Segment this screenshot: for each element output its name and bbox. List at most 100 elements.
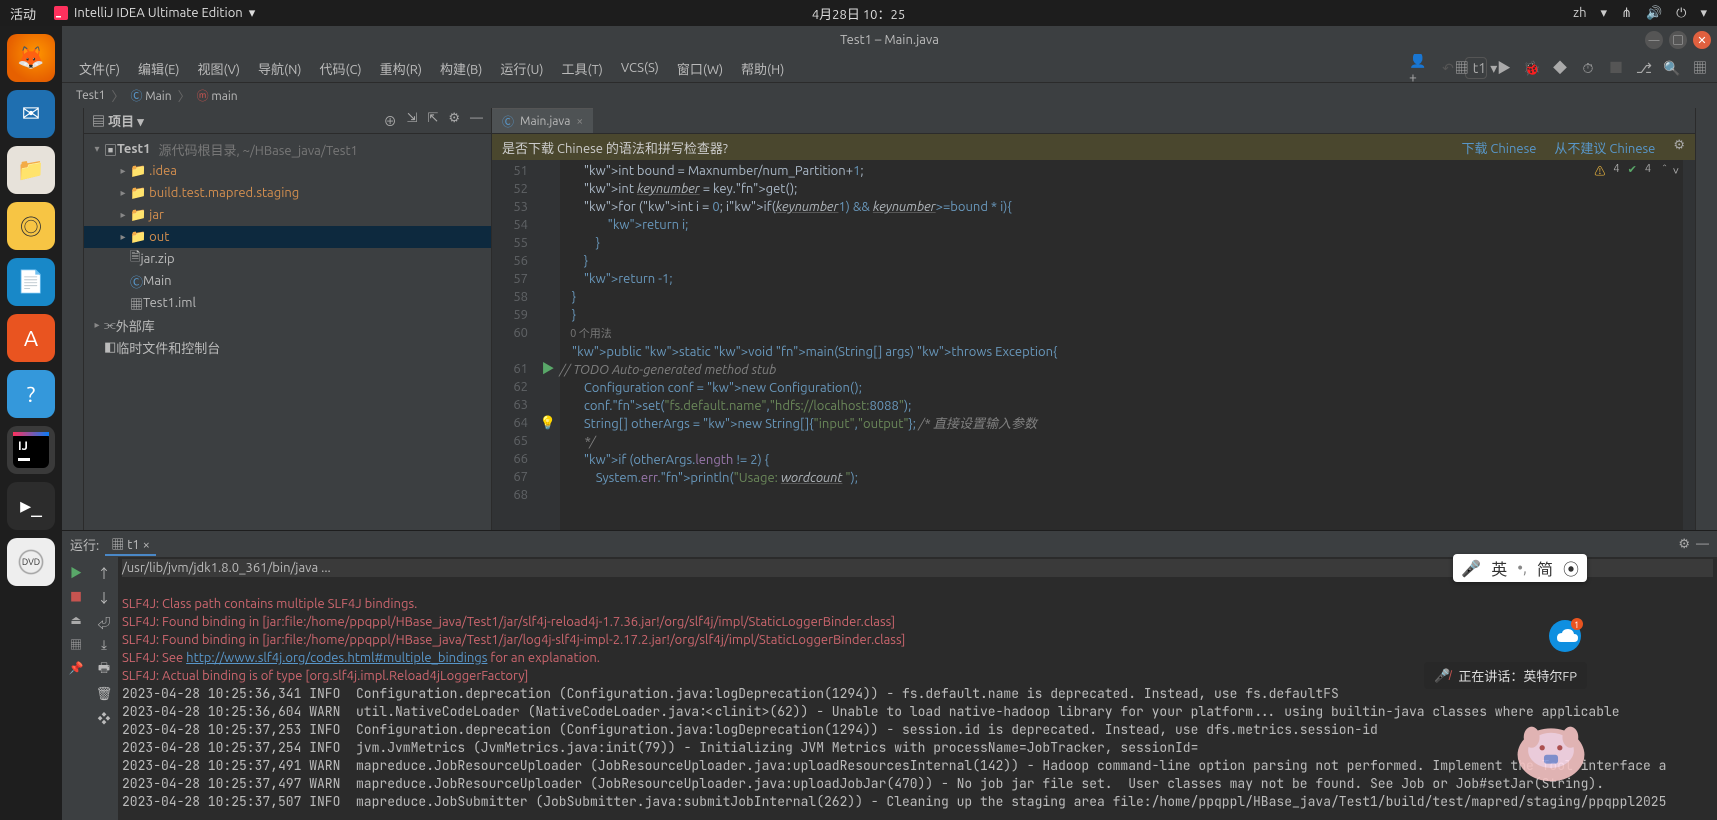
bulb-icon[interactable]: 💡 <box>540 416 556 430</box>
ime-toast: 🎤̸正在讲话：英特尔FP <box>1424 662 1587 689</box>
tab-close-icon[interactable]: × <box>576 115 583 128</box>
maximize-button[interactable]: □ <box>1669 31 1687 49</box>
run-hide-icon[interactable]: — <box>1696 537 1709 551</box>
dock-rhythmbox[interactable]: ◎ <box>7 202 55 250</box>
tree-root[interactable]: ▾▣ Test1源代码根目录, ~/HBase_java/Test1 <box>84 138 491 160</box>
tree-build[interactable]: ▸build.test.mapred.staging <box>84 182 491 204</box>
print-icon[interactable]: 🖶 <box>98 659 110 681</box>
lang-indicator[interactable]: zh <box>1573 6 1586 20</box>
down-icon[interactable]: ↓ <box>97 588 110 607</box>
run-gutter-icon[interactable]: ▶ <box>541 362 554 376</box>
activities-button[interactable]: 活动 <box>10 4 36 23</box>
run-button-icon[interactable]: ▶ <box>1493 57 1515 79</box>
menu-build[interactable]: 构建(B) <box>431 59 491 78</box>
banner-download[interactable]: 下载 Chinese <box>1461 138 1536 157</box>
gnome-topbar: 活动 IntelliJ IDEA Ultimate Edition ▾ 4月28… <box>0 0 1717 26</box>
git-icon[interactable]: ⎇ <box>1633 57 1655 79</box>
softwrap-icon[interactable]: ⏎ <box>97 613 110 632</box>
menu-help[interactable]: 帮助(H) <box>732 59 793 78</box>
stop-button-icon[interactable]: ■ <box>1605 57 1627 79</box>
power-icon[interactable]: ⏻ <box>1676 6 1686 21</box>
menu-tools[interactable]: 工具(T) <box>552 59 611 78</box>
menu-edit[interactable]: 编辑(E) <box>129 59 188 78</box>
appmenu[interactable]: IntelliJ IDEA Ultimate Edition ▾ <box>54 6 255 21</box>
debug-button-icon[interactable]: 🐞 <box>1521 57 1543 79</box>
window-title: Test1 – Main.java <box>840 33 939 47</box>
crumb-project[interactable]: Test1 <box>70 87 111 104</box>
dock: 🦊 ✉ 📁 ◎ 📄 A ? IJ ▸_ DVD <box>0 26 62 820</box>
run-label: 运行: <box>70 535 99 554</box>
menu-navigate[interactable]: 导航(N) <box>249 59 310 78</box>
coverage-button-icon[interactable]: ◆ <box>1549 57 1571 79</box>
minimize-button[interactable]: ─ <box>1645 31 1663 49</box>
clock[interactable]: 4月28日 10：25 <box>812 4 905 23</box>
up-icon[interactable]: ↑ <box>97 563 110 582</box>
menu-run[interactable]: 运行(U) <box>491 59 552 78</box>
tree-out[interactable]: ▸out <box>84 226 491 248</box>
dock-software[interactable]: A <box>7 314 55 362</box>
run-tab[interactable]: ▦ t1 × <box>105 533 156 556</box>
dock-terminal[interactable]: ▸_ <box>7 482 55 530</box>
tree-jar[interactable]: ▸jar <box>84 204 491 226</box>
settings-icon[interactable]: ⚙ <box>448 111 460 130</box>
banner-gear-icon[interactable]: ⚙ <box>1673 138 1685 157</box>
inspection-indicator[interactable]: ⚠4 ✔4 ＾ ˅ <box>1594 163 1679 179</box>
volume-icon[interactable]: 🔊 <box>1646 6 1662 21</box>
tree-jarzip[interactable]: 🗎 jar.zip <box>84 248 491 270</box>
scroll-icon[interactable]: ⤓ <box>101 638 107 653</box>
run-settings-icon[interactable]: ⚙ <box>1678 537 1690 552</box>
clear-icon[interactable]: 🗑 <box>96 687 113 702</box>
rerun-icon[interactable]: ▶ <box>67 563 85 581</box>
crumb-class[interactable]: Ⓒ Main <box>124 85 177 106</box>
dock-writer[interactable]: 📄 <box>7 258 55 306</box>
profile-button-icon[interactable]: ⏱ <box>1577 57 1599 79</box>
menu-code[interactable]: 代码(C) <box>310 59 370 78</box>
dock-firefox[interactable]: 🦊 <box>7 34 55 82</box>
tree-idea[interactable]: ▸.idea <box>84 160 491 182</box>
dock-help[interactable]: ? <box>7 370 55 418</box>
add-user-icon[interactable]: 👤+ <box>1409 57 1431 79</box>
cloud-badge-icon[interactable]: 1 <box>1547 618 1583 654</box>
tree-main[interactable]: Ⓒ Main <box>84 270 491 292</box>
tree-ext[interactable]: ▸⫘ 外部库 <box>84 314 491 336</box>
dock-intellij[interactable]: IJ <box>7 426 55 474</box>
main-menubar: 文件(F) 编辑(E) 视图(V) 导航(N) 代码(C) 重构(R) 构建(B… <box>62 54 1717 82</box>
dock-thunderbird[interactable]: ✉ <box>7 90 55 138</box>
pin-icon[interactable]: 📌 <box>67 659 85 677</box>
ime-indicator[interactable]: 🎤 英 •, 简 ⦿ <box>1453 554 1587 582</box>
crumb-method[interactable]: ⓜ main <box>191 85 244 106</box>
system-tray[interactable]: zh▾ ⋔ 🔊 ⏻▾ <box>1573 6 1707 21</box>
tree-scratch[interactable]: ◧ 临时文件和控制台 <box>84 336 491 358</box>
stop-icon[interactable]: ■ <box>67 587 85 605</box>
mascot-icon[interactable] <box>1507 702 1595 790</box>
close-button[interactable]: ✕ <box>1693 31 1711 49</box>
svg-text:1: 1 <box>1574 620 1579 630</box>
menu-window[interactable]: 窗口(W) <box>668 59 732 78</box>
menu-file[interactable]: 文件(F) <box>70 59 129 78</box>
project-title: ▤ 项目 ▾ <box>92 111 144 130</box>
editor-tabs: ⒸMain.java × <box>492 108 1695 134</box>
menu-vcs[interactable]: VCS(S) <box>612 61 668 75</box>
search-icon[interactable]: 🔍 <box>1661 57 1683 79</box>
exit-icon[interactable]: ⏏ <box>67 611 85 629</box>
hide-icon[interactable]: — <box>470 111 483 130</box>
run-config-selector[interactable]: ▦ t1 ▾ <box>1465 57 1487 79</box>
svg-text:IJ: IJ <box>18 440 28 453</box>
dock-disc[interactable]: DVD <box>7 538 55 586</box>
tree-iml[interactable]: ▦ Test1.iml <box>84 292 491 314</box>
settings-icon[interactable]: ▦ <box>1689 57 1711 79</box>
dock-files[interactable]: 📁 <box>7 146 55 194</box>
tab-main-java[interactable]: ⒸMain.java × <box>492 108 593 133</box>
layout-icon[interactable]: ▦ <box>67 635 85 653</box>
banner-msg: 是否下载 Chinese 的语法和拼写检查器? <box>502 138 728 157</box>
banner-never[interactable]: 从不建议 Chinese <box>1554 138 1655 157</box>
expand-icon[interactable]: ⇲ <box>407 111 418 130</box>
nav-breadcrumbs: Test1〉 Ⓒ Main〉 ⓜ main <box>62 82 1717 108</box>
menu-refactor[interactable]: 重构(R) <box>371 59 431 78</box>
more-icon[interactable]: ❖ <box>97 708 110 727</box>
menu-view[interactable]: 视图(V) <box>189 59 249 78</box>
network-icon[interactable]: ⋔ <box>1621 6 1632 21</box>
collapse-icon[interactable]: ⇱ <box>427 111 438 130</box>
inspection-banner: 是否下载 Chinese 的语法和拼写检查器? 下载 Chinese 从不建议 … <box>492 134 1695 160</box>
locate-icon[interactable]: ⊕ <box>384 111 397 130</box>
